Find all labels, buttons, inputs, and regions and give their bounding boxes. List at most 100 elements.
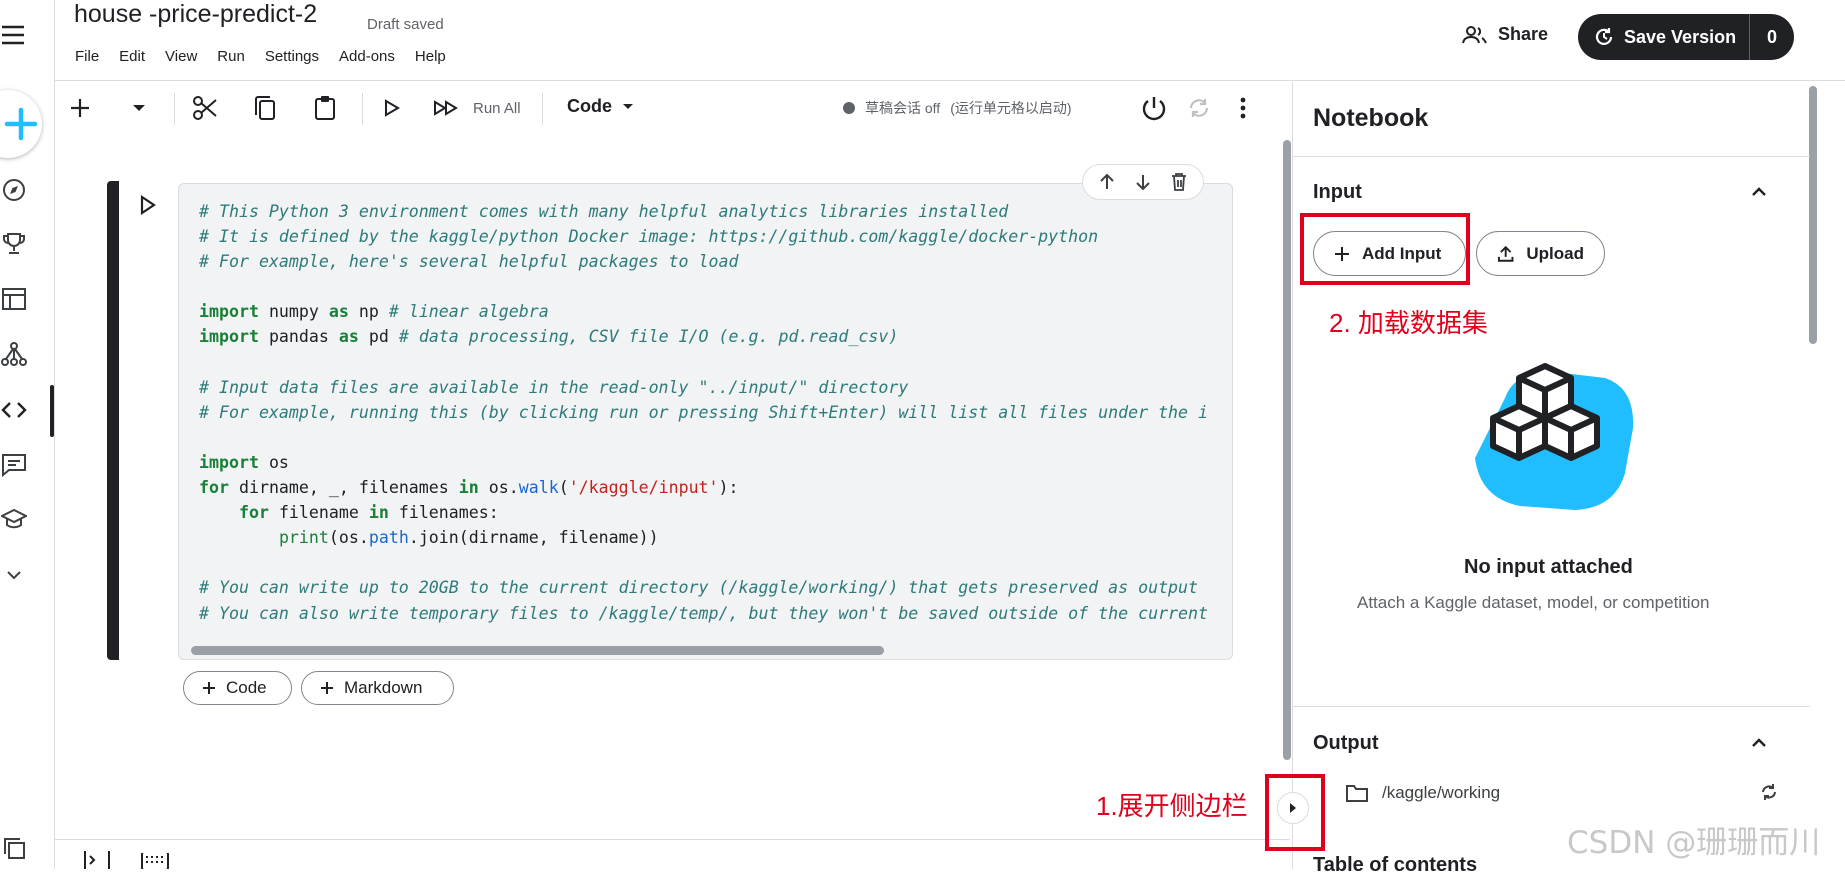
code-line: # Input data files are available in the … bbox=[199, 377, 909, 397]
table-of-contents-heading[interactable]: Table of contents bbox=[1313, 854, 1477, 877]
learn-icon[interactable] bbox=[0, 506, 28, 534]
toolbar-separator bbox=[542, 93, 543, 125]
toolbar-separator bbox=[362, 93, 363, 125]
horizontal-scrollbar[interactable] bbox=[191, 646, 884, 655]
code-line: import pandas as pd # data processing, C… bbox=[199, 327, 899, 347]
sidebar-title: Notebook bbox=[1313, 104, 1429, 132]
run-all-icon[interactable] bbox=[432, 96, 460, 120]
code-editor[interactable]: # This Python 3 environment comes with m… bbox=[199, 199, 1208, 626]
trophy-icon[interactable] bbox=[0, 230, 28, 258]
models-icon[interactable] bbox=[0, 340, 28, 368]
add-cell-dropdown-icon[interactable] bbox=[127, 96, 151, 120]
save-version-button[interactable]: Save Version 0 bbox=[1578, 14, 1794, 60]
console-icon[interactable] bbox=[84, 851, 110, 869]
create-button[interactable] bbox=[0, 90, 42, 158]
plus-icon bbox=[203, 682, 215, 694]
code-line: for filename in filenames: bbox=[238, 503, 499, 523]
session-dot bbox=[843, 102, 855, 114]
toolbar-separator bbox=[174, 93, 175, 125]
refresh-output-icon[interactable] bbox=[1760, 783, 1778, 806]
add-markdown-cell-button[interactable]: Markdown bbox=[301, 671, 454, 705]
annotation-expand-sidebar: 1.展开侧边栏 bbox=[1096, 791, 1248, 821]
code-line: import os bbox=[199, 452, 289, 472]
move-down-icon[interactable] bbox=[1134, 173, 1152, 191]
copy-icon[interactable] bbox=[251, 94, 279, 122]
empty-input-subtitle: Attach a Kaggle dataset, model, or compe… bbox=[1357, 593, 1710, 612]
collapse-output-chevron-icon[interactable] bbox=[1752, 736, 1766, 750]
plus-icon bbox=[321, 682, 333, 694]
folder-icon bbox=[1346, 785, 1368, 802]
restart-icon bbox=[1185, 94, 1213, 122]
more-chevron-icon[interactable] bbox=[0, 561, 28, 589]
save-status: Draft saved bbox=[367, 16, 444, 33]
compass-icon[interactable] bbox=[0, 176, 28, 204]
share-button[interactable]: Share bbox=[1462, 24, 1548, 45]
watermark: CSDN @珊珊而川 bbox=[1567, 825, 1821, 861]
menu-bar: File Edit View Run Settings Add-ons Help bbox=[75, 48, 466, 65]
code-line: import numpy as np # linear algebra bbox=[199, 302, 549, 322]
cell-type-select[interactable]: Code bbox=[567, 96, 634, 117]
delete-icon[interactable] bbox=[1170, 172, 1188, 192]
code-line: # It is defined by the kaggle/python Doc… bbox=[199, 227, 1099, 247]
upload-label: Upload bbox=[1526, 243, 1584, 263]
copy-pages-icon[interactable] bbox=[0, 834, 28, 862]
menu-help[interactable]: Help bbox=[415, 48, 446, 65]
add-code-cell-button[interactable]: Code bbox=[183, 671, 292, 705]
active-indicator bbox=[50, 385, 54, 437]
add-cell-icon[interactable] bbox=[66, 94, 94, 122]
highlight-box-sidebar-toggle bbox=[1265, 774, 1325, 851]
add-markdown-label: Markdown bbox=[344, 678, 423, 697]
run-cell-icon[interactable] bbox=[380, 96, 404, 120]
session-status: 草稿会话 off (运行单元格以启动) bbox=[843, 98, 1072, 118]
more-vert-icon[interactable] bbox=[1229, 94, 1257, 122]
code-line: # For example, running this (by clicking… bbox=[199, 402, 1209, 422]
collapse-input-chevron-icon[interactable] bbox=[1752, 185, 1766, 199]
paste-icon[interactable] bbox=[311, 94, 339, 122]
output-section-heading[interactable]: Output bbox=[1313, 732, 1379, 755]
notebook-title[interactable]: house -price-predict-2 bbox=[74, 0, 317, 29]
save-version-icon bbox=[1595, 28, 1613, 45]
cell-run-icon[interactable] bbox=[139, 194, 157, 220]
menu-addons[interactable]: Add-ons bbox=[339, 48, 395, 65]
version-count[interactable]: 0 bbox=[1749, 14, 1794, 60]
menu-run[interactable]: Run bbox=[217, 48, 245, 65]
upload-button[interactable]: Upload bbox=[1476, 231, 1605, 276]
sidebar-scrollbar[interactable] bbox=[1809, 86, 1817, 344]
output-folder-item[interactable]: /kaggle/working bbox=[1346, 783, 1500, 803]
menu-view[interactable]: View bbox=[165, 48, 197, 65]
cut-icon[interactable] bbox=[191, 94, 219, 122]
main-vertical-scrollbar[interactable] bbox=[1283, 140, 1291, 760]
cell-selection-bar bbox=[107, 181, 119, 660]
share-label: Share bbox=[1498, 24, 1549, 44]
hamburger-menu-icon[interactable] bbox=[0, 21, 27, 49]
highlight-box-add-input bbox=[1300, 213, 1470, 285]
add-code-label: Code bbox=[226, 678, 267, 697]
menu-edit[interactable]: Edit bbox=[119, 48, 145, 65]
code-line: # You can write up to 20GB to the curren… bbox=[199, 578, 1199, 598]
code-cell[interactable]: # This Python 3 environment comes with m… bbox=[178, 183, 1233, 660]
code-line: for dirname, _, filenames in os.walk('/k… bbox=[199, 478, 739, 498]
move-up-icon[interactable] bbox=[1098, 173, 1116, 191]
discussions-icon[interactable] bbox=[0, 451, 28, 479]
keyboard-shortcuts-icon[interactable] bbox=[141, 853, 169, 869]
code-line: print(os.path.join(dirname, filename)) bbox=[278, 528, 659, 548]
header-divider bbox=[54, 80, 1845, 81]
upload-icon bbox=[1497, 245, 1514, 262]
empty-input-illustration-icon bbox=[1465, 358, 1640, 523]
input-section-heading[interactable]: Input bbox=[1313, 181, 1362, 204]
save-version-label: Save Version bbox=[1624, 26, 1737, 47]
run-all-button[interactable]: Run All bbox=[473, 100, 521, 117]
session-hint: (运行单元格以启动) bbox=[950, 100, 1072, 116]
menu-file[interactable]: File bbox=[75, 48, 99, 65]
code-line: # For example, here's several helpful pa… bbox=[199, 252, 739, 272]
power-icon[interactable] bbox=[1138, 92, 1170, 124]
code-icon[interactable] bbox=[0, 396, 28, 424]
table-icon[interactable] bbox=[0, 285, 28, 313]
chevron-down-icon bbox=[623, 103, 633, 109]
code-line: # This Python 3 environment comes with m… bbox=[199, 202, 1009, 221]
menu-settings[interactable]: Settings bbox=[265, 48, 319, 65]
share-people-icon bbox=[1462, 25, 1487, 43]
